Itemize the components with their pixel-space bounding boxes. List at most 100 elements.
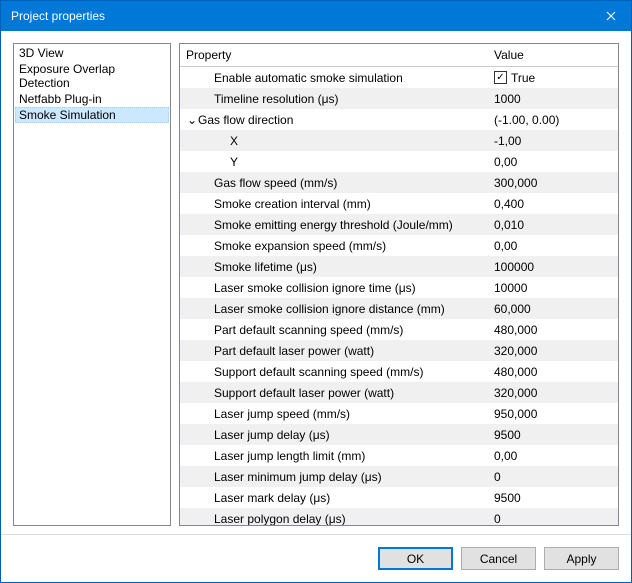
sidebar-item[interactable]: Smoke Simulation — [15, 107, 169, 123]
value-cell[interactable]: 320,000 — [488, 344, 618, 358]
checkbox[interactable]: ✓ — [494, 71, 507, 84]
value-cell[interactable]: 0 — [488, 470, 618, 484]
value-cell[interactable]: -1,00 — [488, 134, 618, 148]
value-text: 0,00 — [494, 155, 517, 169]
property-row[interactable]: ⌄Gas flow direction (-1.00, 0.00) — [180, 109, 618, 130]
value-text: 1000 — [494, 92, 521, 106]
property-row[interactable]: Support default laser power (watt)320,00… — [180, 382, 618, 403]
property-row[interactable]: Smoke lifetime (μs) 100000 — [180, 256, 618, 277]
property-row[interactable]: Y 0,00 — [180, 151, 618, 172]
property-row[interactable]: Laser smoke collision ignore distance (m… — [180, 298, 618, 319]
value-text: 0,00 — [494, 449, 517, 463]
property-cell: Smoke emitting energy threshold (Joule/m… — [180, 218, 488, 232]
property-cell: Smoke lifetime (μs) — [180, 260, 488, 274]
property-cell: Laser jump delay (μs) — [180, 428, 488, 442]
value-cell[interactable]: 9500 — [488, 428, 618, 442]
value-cell[interactable]: 60,000 — [488, 302, 618, 316]
dialog-content: 3D ViewExposure Overlap DetectionNetfabb… — [1, 31, 631, 526]
property-row[interactable]: X -1,00 — [180, 130, 618, 151]
property-label: Y — [230, 155, 238, 169]
property-row[interactable]: Timeline resolution (μs) 1000 — [180, 88, 618, 109]
value-text: 0,00 — [494, 239, 517, 253]
property-label: X — [230, 134, 238, 148]
property-row[interactable]: Support default scanning speed (mm/s)480… — [180, 361, 618, 382]
value-text: 10000 — [494, 281, 527, 295]
property-label: Laser jump delay (μs) — [214, 428, 330, 442]
property-label: Smoke lifetime (μs) — [214, 260, 317, 274]
value-cell[interactable]: 320,000 — [488, 386, 618, 400]
value-cell[interactable]: 1000 — [488, 92, 618, 106]
property-cell: Smoke creation interval (mm) — [180, 197, 488, 211]
value-text: 0 — [494, 470, 501, 484]
value-cell[interactable]: ✓True — [488, 71, 618, 85]
property-row[interactable]: Laser mark delay (μs) 9500 — [180, 487, 618, 508]
property-label: Enable automatic smoke simulation — [214, 71, 403, 85]
value-cell[interactable]: 9500 — [488, 491, 618, 505]
property-row[interactable]: Smoke emitting energy threshold (Joule/m… — [180, 214, 618, 235]
sidebar-item[interactable]: Netfabb Plug-in — [15, 91, 169, 107]
value-text: 9500 — [494, 428, 521, 442]
value-cell[interactable]: 480,000 — [488, 323, 618, 337]
apply-button[interactable]: Apply — [544, 547, 619, 570]
value-cell[interactable]: 300,000 — [488, 176, 618, 190]
property-cell: Part default scanning speed (mm/s) — [180, 323, 488, 337]
value-cell[interactable]: 0 — [488, 512, 618, 526]
property-label: Smoke expansion speed (mm/s) — [214, 239, 386, 253]
property-grid: Property Value Enable automatic smoke si… — [179, 43, 619, 526]
property-row[interactable]: Part default laser power (watt)320,000 — [180, 340, 618, 361]
window-title: Project properties — [11, 9, 591, 23]
close-button[interactable] — [591, 1, 631, 31]
property-label: Gas flow direction — [198, 113, 293, 127]
value-cell[interactable]: 0,010 — [488, 218, 618, 232]
property-row[interactable]: Part default scanning speed (mm/s) 480,00… — [180, 319, 618, 340]
property-row[interactable]: Laser jump length limit (mm) 0,00 — [180, 445, 618, 466]
value-text: 480,000 — [494, 323, 537, 337]
property-row[interactable]: Smoke creation interval (mm)0,400 — [180, 193, 618, 214]
property-label: Part default scanning speed (mm/s) — [214, 323, 403, 337]
property-label: Laser jump speed (mm/s) — [214, 407, 350, 421]
titlebar: Project properties — [1, 1, 631, 31]
property-label: Smoke emitting energy threshold (Joule/m… — [214, 218, 453, 232]
header-value[interactable]: Value — [488, 44, 618, 66]
property-cell: Laser minimum jump delay (μs) — [180, 470, 488, 484]
cancel-button[interactable]: Cancel — [461, 547, 536, 570]
property-cell: Laser polygon delay (μs) — [180, 512, 488, 526]
value-cell[interactable]: 480,000 — [488, 365, 618, 379]
value-cell[interactable]: 0,400 — [488, 197, 618, 211]
property-cell: Part default laser power (watt) — [180, 344, 488, 358]
value-text: 0 — [494, 512, 501, 526]
property-cell: Laser smoke collision ignore distance (m… — [180, 302, 488, 316]
sidebar-item[interactable]: Exposure Overlap Detection — [15, 61, 169, 91]
property-label: Laser smoke collision ignore distance (m… — [214, 302, 445, 316]
property-cell: Timeline resolution (μs) — [180, 92, 488, 106]
property-row[interactable]: Laser smoke collision ignore time (μs)10… — [180, 277, 618, 298]
sidebar-item[interactable]: 3D View — [15, 45, 169, 61]
ok-button[interactable]: OK — [378, 547, 453, 570]
value-cell[interactable]: 10000 — [488, 281, 618, 295]
property-row[interactable]: Laser jump speed (mm/s) 950,000 — [180, 403, 618, 424]
category-sidebar: 3D ViewExposure Overlap DetectionNetfabb… — [13, 43, 171, 526]
property-cell: Laser jump length limit (mm) — [180, 449, 488, 463]
property-row[interactable]: Laser minimum jump delay (μs) 0 — [180, 466, 618, 487]
value-cell[interactable]: 950,000 — [488, 407, 618, 421]
property-label: Laser jump length limit (mm) — [214, 449, 365, 463]
property-row[interactable]: Smoke expansion speed (mm/s) 0,00 — [180, 235, 618, 256]
value-cell[interactable]: 0,00 — [488, 449, 618, 463]
property-row[interactable]: Enable automatic smoke simulation ✓True — [180, 67, 618, 88]
value-cell[interactable]: 0,00 — [488, 155, 618, 169]
property-row[interactable]: Laser jump delay (μs) 9500 — [180, 424, 618, 445]
property-row[interactable]: Gas flow speed (mm/s)300,000 — [180, 172, 618, 193]
property-label: Laser mark delay (μs) — [214, 491, 330, 505]
expand-caret-icon[interactable]: ⌄ — [186, 113, 198, 127]
property-row[interactable]: Laser polygon delay (μs) 0 — [180, 508, 618, 525]
value-cell[interactable]: (-1.00, 0.00) — [488, 113, 618, 127]
property-cell: Laser mark delay (μs) — [180, 491, 488, 505]
value-cell[interactable]: 0,00 — [488, 239, 618, 253]
property-label: Timeline resolution (μs) — [214, 92, 339, 106]
header-property[interactable]: Property — [180, 44, 488, 66]
close-icon — [606, 11, 616, 21]
value-cell[interactable]: 100000 — [488, 260, 618, 274]
grid-header: Property Value — [180, 44, 618, 67]
value-text: 9500 — [494, 491, 521, 505]
property-cell: X — [180, 134, 488, 148]
